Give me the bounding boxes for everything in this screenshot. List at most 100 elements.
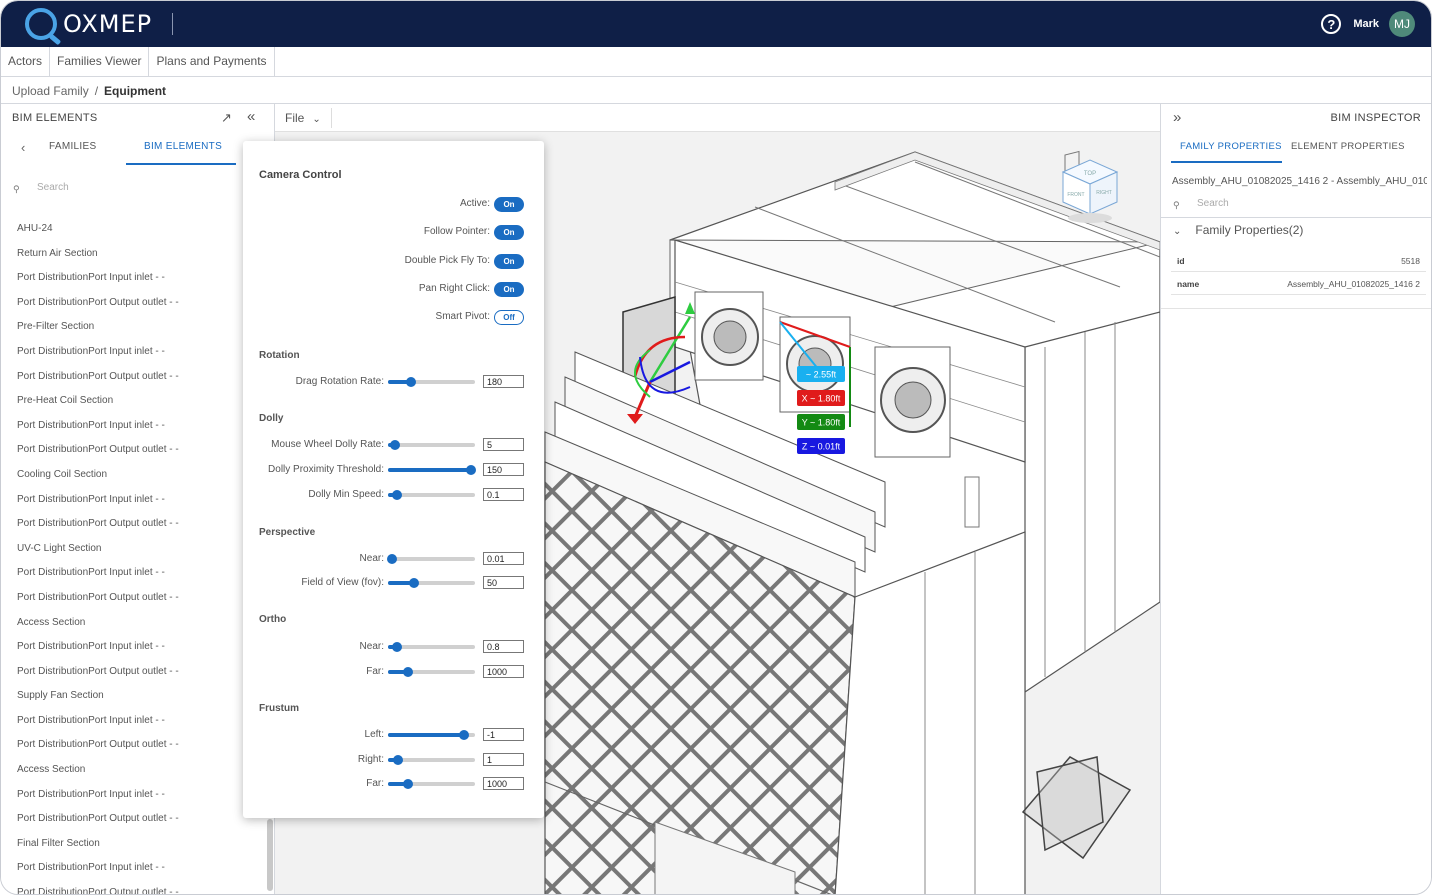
list-item[interactable]: Pre-Heat Coil Section <box>17 389 267 414</box>
list-item[interactable]: Port DistributionPort Output outlet - - <box>17 438 267 463</box>
list-item[interactable]: Port DistributionPort Output outlet - - <box>17 660 267 685</box>
logo-text: OXMEP <box>63 10 153 38</box>
setting-slider[interactable] <box>388 779 475 789</box>
slider-handle[interactable] <box>392 755 403 765</box>
list-item[interactable]: Port DistributionPort Output outlet - - <box>17 586 267 611</box>
list-item[interactable]: Port DistributionPort Output outlet - - <box>17 881 267 894</box>
setting-value-input[interactable] <box>483 463 524 476</box>
list-item[interactable]: Access Section <box>17 758 267 783</box>
user-name[interactable]: Mark <box>1353 18 1379 30</box>
toggle-label: Pan Right Click: <box>418 283 490 294</box>
setting-value-input[interactable] <box>483 375 524 388</box>
list-item[interactable]: UV-C Light Section <box>17 537 267 562</box>
setting-value-input[interactable] <box>483 728 524 741</box>
list-item[interactable]: Port DistributionPort Input inlet - - <box>17 709 267 734</box>
slider-handle[interactable] <box>391 490 402 500</box>
list-item[interactable]: Port DistributionPort Input inlet - - <box>17 856 267 881</box>
toggle-switch[interactable]: On <box>494 254 524 269</box>
list-item[interactable]: Port DistributionPort Output outlet - - <box>17 512 267 537</box>
list-item[interactable]: Pre-Filter Section <box>17 315 267 340</box>
slider-handle[interactable] <box>465 465 476 475</box>
toggle-switch[interactable]: On <box>494 282 524 297</box>
chevron-left-icon[interactable]: ‹ <box>21 140 25 155</box>
setting-label: Dolly Proximity Threshold: <box>268 464 384 475</box>
tab-bim-elements[interactable]: BIM ELEMENTS <box>144 141 222 152</box>
tab-families[interactable]: FAMILIES <box>49 141 96 152</box>
list-item[interactable]: Port DistributionPort Input inlet - - <box>17 488 267 513</box>
setting-slider[interactable] <box>388 755 475 765</box>
slider-handle[interactable] <box>391 642 402 652</box>
setting-value-input[interactable] <box>483 777 524 790</box>
help-icon[interactable]: ? <box>1321 14 1342 34</box>
expand-icon[interactable]: ↗ <box>221 110 232 126</box>
toggle-switch[interactable]: On <box>494 225 524 240</box>
list-item[interactable]: Port DistributionPort Output outlet - - <box>17 365 267 390</box>
tab-family-properties[interactable]: FAMILY PROPERTIES <box>1180 141 1282 152</box>
list-item[interactable]: Port DistributionPort Input inlet - - <box>17 340 267 365</box>
setting-value-input[interactable] <box>483 488 524 501</box>
toggle-switch[interactable]: Off <box>494 310 524 325</box>
list-item[interactable]: Port DistributionPort Output outlet - - <box>17 733 267 758</box>
slider-handle[interactable] <box>458 730 469 740</box>
setting-value-input[interactable] <box>483 552 524 565</box>
list-item[interactable]: Port DistributionPort Output outlet - - <box>17 807 267 832</box>
setting-slider[interactable] <box>388 440 475 450</box>
tab-element-properties[interactable]: ELEMENT PROPERTIES <box>1291 141 1405 152</box>
setting-slider[interactable] <box>388 578 475 588</box>
breadcrumb-parent-link[interactable]: Upload Family <box>12 84 89 98</box>
property-search-input[interactable] <box>1197 198 1397 209</box>
setting-slider[interactable] <box>388 642 475 652</box>
nav-tab-families-viewer[interactable]: Families Viewer <box>50 47 150 77</box>
nav-tab-actors[interactable]: Actors <box>1 47 51 77</box>
element-search-input[interactable] <box>37 182 237 193</box>
slider-handle[interactable] <box>406 377 417 387</box>
list-item[interactable]: Cooling Coil Section <box>17 463 267 488</box>
app-logo[interactable]: OXMEP <box>25 8 152 40</box>
list-item[interactable]: Access Section <box>17 611 267 636</box>
setting-slider[interactable] <box>388 377 475 387</box>
slider-handle[interactable] <box>403 779 413 789</box>
setting-slider[interactable] <box>387 554 475 564</box>
setting-slider[interactable] <box>388 730 475 740</box>
list-item[interactable]: AHU-24 <box>17 217 267 242</box>
viewer-toolbar: File ⌄ <box>275 104 1160 132</box>
slider-handle[interactable] <box>387 554 398 564</box>
list-item[interactable]: Final Filter Section <box>17 832 267 857</box>
collapse-panel-icon[interactable]: « <box>247 108 255 125</box>
setting-slider[interactable] <box>388 667 475 677</box>
slider-handle[interactable] <box>409 578 420 588</box>
breadcrumb-current: Equipment <box>104 84 167 98</box>
active-tab-indicator <box>126 163 236 165</box>
family-properties-group[interactable]: ⌄ Family Properties(2) <box>1173 223 1303 237</box>
setting-value-input[interactable] <box>483 665 524 678</box>
list-item[interactable]: Port DistributionPort Input inlet - - <box>17 783 267 808</box>
measure-x-label: X ~ 1.80ft <box>802 394 841 404</box>
nav-tab-plans-and-payments[interactable]: Plans and Payments <box>149 47 275 77</box>
setting-value-input[interactable] <box>483 576 524 589</box>
setting-value-input[interactable] <box>483 438 524 451</box>
list-item[interactable]: Port DistributionPort Input inlet - - <box>17 561 267 586</box>
search-icon: ⚲ <box>1173 200 1180 210</box>
header-divider <box>172 13 174 35</box>
setting-slider[interactable] <box>388 465 476 475</box>
list-item[interactable]: Port DistributionPort Input inlet - - <box>17 414 267 439</box>
setting-value-input[interactable] <box>483 753 524 766</box>
list-item[interactable]: Port DistributionPort Input inlet - - <box>17 266 267 291</box>
file-menu[interactable]: File ⌄ <box>285 111 321 125</box>
setting-slider[interactable] <box>388 490 475 500</box>
properties-divider <box>1161 308 1431 309</box>
user-avatar[interactable]: MJ <box>1389 11 1415 37</box>
list-scrollbar[interactable] <box>267 819 273 891</box>
element-search: ⚲ <box>1 180 275 200</box>
list-item[interactable]: Supply Fan Section <box>17 684 267 709</box>
panel-tabs: ‹ FAMILIES BIM ELEMENTS <box>1 132 275 165</box>
expand-panel-icon[interactable]: » <box>1173 109 1181 126</box>
list-item[interactable]: Port DistributionPort Output outlet - - <box>17 291 267 316</box>
list-item[interactable]: Return Air Section <box>17 242 267 267</box>
setting-value-input[interactable] <box>483 640 524 653</box>
slider-handle[interactable] <box>389 440 400 450</box>
section-plane-icon[interactable] <box>1021 756 1132 860</box>
slider-handle[interactable] <box>403 667 413 677</box>
toggle-switch[interactable]: On <box>494 197 524 212</box>
list-item[interactable]: Port DistributionPort Input inlet - - <box>17 635 267 660</box>
